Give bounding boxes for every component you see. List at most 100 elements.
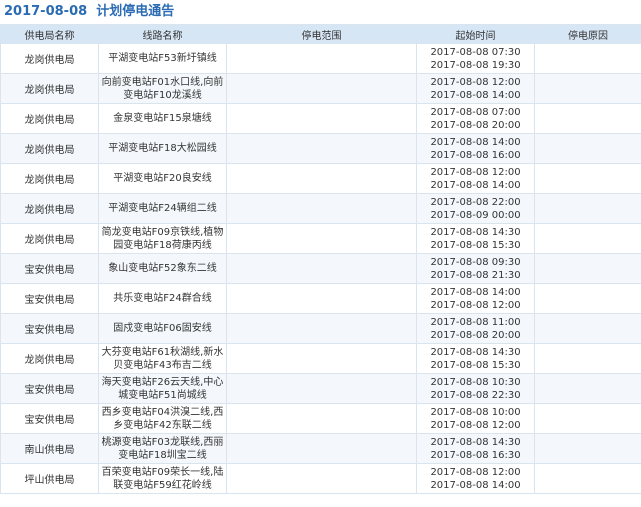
time-cell: 2017-08-08 12:00 2017-08-08 14:00 [416, 463, 535, 494]
table-row: 龙岗供电局 平湖变电站F53新圩镇线 2017-08-08 07:30 2017-08… [0, 43, 641, 74]
range-cell [226, 163, 417, 194]
line-cell: 平湖变电站F53新圩镇线 [98, 43, 227, 74]
reason-cell [534, 433, 641, 464]
start-time: 2017-08-08 09:30 [430, 256, 521, 268]
reason-cell [534, 223, 641, 254]
reason-cell [534, 253, 641, 284]
reason-cell [534, 73, 641, 104]
reason-cell [534, 163, 641, 194]
bureau-cell: 宝安供电局 [0, 373, 99, 404]
reason-cell [534, 283, 641, 314]
time-cell: 2017-08-08 14:30 2017-08-08 15:30 [416, 223, 535, 254]
line-cell: 海天变电站F26云天线,中心城变电站F51尚城线 [98, 373, 227, 404]
line-cell: 平湖变电站F24辆组二线 [98, 193, 227, 224]
start-time: 2017-08-08 14:00 [430, 286, 521, 298]
header-range: 停电范围 [226, 24, 417, 44]
range-cell [226, 433, 417, 464]
line-cell: 金泉变电站F15泉塘线 [98, 103, 227, 134]
table-row: 宝安供电局 象山变电站F52象东二线 2017-08-08 09:30 2017-08… [0, 253, 641, 284]
end-time: 2017-08-08 20:00 [430, 329, 521, 341]
time-cell: 2017-08-08 12:00 2017-08-08 14:00 [416, 163, 535, 194]
reason-cell [534, 193, 641, 224]
end-time: 2017-08-09 00:00 [430, 209, 521, 221]
range-cell [226, 193, 417, 224]
time-cell: 2017-08-08 14:00 2017-08-08 16:00 [416, 133, 535, 164]
range-cell [226, 403, 417, 434]
reason-cell [534, 313, 641, 344]
end-time: 2017-08-08 16:30 [430, 449, 521, 461]
start-time: 2017-08-08 07:00 [430, 106, 521, 118]
reason-cell [534, 373, 641, 404]
notice-title: 2017-08-08 计划停电通告 [0, 0, 641, 24]
header-start-time: 起始时间 [416, 24, 535, 44]
line-cell: 百荣变电站F09荣长一线,陆联变电站F59红花岭线 [98, 463, 227, 494]
bureau-cell: 龙岗供电局 [0, 193, 99, 224]
range-cell [226, 223, 417, 254]
start-time: 2017-08-08 12:00 [430, 76, 521, 88]
line-cell: 共乐变电站F24群合线 [98, 283, 227, 314]
end-time: 2017-08-08 21:30 [430, 269, 521, 281]
time-cell: 2017-08-08 07:30 2017-08-08 19:30 [416, 43, 535, 74]
reason-cell [534, 463, 641, 494]
reason-cell [534, 343, 641, 374]
reason-cell [534, 133, 641, 164]
time-cell: 2017-08-08 11:00 2017-08-08 20:00 [416, 313, 535, 344]
bureau-cell: 龙岗供电局 [0, 223, 99, 254]
end-time: 2017-08-08 19:30 [430, 59, 521, 71]
table-row: 龙岗供电局 平湖变电站F24辆组二线 2017-08-08 22:00 2017-08… [0, 193, 641, 224]
line-cell: 大芬变电站F61秋湖线,新水贝变电站F43布吉二线 [98, 343, 227, 374]
end-time: 2017-08-08 14:00 [430, 179, 521, 191]
notice-heading: 计划停电通告 [96, 4, 175, 19]
table-row: 宝安供电局 海天变电站F26云天线,中心城变电站F51尚城线 2017-08-08 … [0, 373, 641, 404]
bureau-cell: 龙岗供电局 [0, 43, 99, 74]
table-row: 宝安供电局 西乡变电站F04洪溴二线,西乡变电站F42东联二线 2017-08-08… [0, 403, 641, 434]
table-row: 龙岗供电局 平湖变电站F20良安线 2017-08-08 12:00 2017-08-… [0, 163, 641, 194]
bureau-cell: 龙岗供电局 [0, 103, 99, 134]
reason-cell [534, 103, 641, 134]
range-cell [226, 343, 417, 374]
range-cell [226, 373, 417, 404]
table-row: 龙岗供电局 简龙变电站F09京铁线,植物园变电站F18荷康丙线 2017-08-08… [0, 223, 641, 254]
table-row: 南山供电局 桃源变电站F03龙联线,西丽变电站F18圳宝二线 2017-08-08 … [0, 433, 641, 464]
time-cell: 2017-08-08 10:00 2017-08-08 12:00 [416, 403, 535, 434]
time-cell: 2017-08-08 10:30 2017-08-08 22:30 [416, 373, 535, 404]
start-time: 2017-08-08 10:00 [430, 406, 521, 418]
end-time: 2017-08-08 12:00 [430, 299, 521, 311]
line-cell: 桃源变电站F03龙联线,西丽变电站F18圳宝二线 [98, 433, 227, 464]
end-time: 2017-08-08 15:30 [430, 359, 521, 371]
header-line: 线路名称 [98, 24, 227, 44]
range-cell [226, 43, 417, 74]
table-header-row: 供电局名称 线路名称 停电范围 起始时间 停电原因 [0, 24, 641, 44]
range-cell [226, 283, 417, 314]
start-time: 2017-08-08 14:30 [430, 436, 521, 448]
reason-cell [534, 43, 641, 74]
end-time: 2017-08-08 20:00 [430, 119, 521, 131]
range-cell [226, 463, 417, 494]
end-time: 2017-08-08 14:00 [430, 89, 521, 101]
table-row: 宝安供电局 共乐变电站F24群合线 2017-08-08 14:00 2017-08-… [0, 283, 641, 314]
time-cell: 2017-08-08 09:30 2017-08-08 21:30 [416, 253, 535, 284]
end-time: 2017-08-08 15:30 [430, 239, 521, 251]
table-row: 龙岗供电局 金泉变电站F15泉塘线 2017-08-08 07:00 2017-08-… [0, 103, 641, 134]
start-time: 2017-08-08 12:00 [430, 166, 521, 178]
bureau-cell: 南山供电局 [0, 433, 99, 464]
header-reason: 停电原因 [534, 24, 641, 44]
table-row: 龙岗供电局 向前变电站F01水口线,向前变电站F10龙溪线 2017-08-08 1… [0, 73, 641, 104]
table-row: 坪山供电局 百荣变电站F09荣长一线,陆联变电站F59红花岭线 2017-08-08… [0, 463, 641, 494]
range-cell [226, 313, 417, 344]
table-row: 龙岗供电局 平湖变电站F18大松园线 2017-08-08 14:00 2017-08… [0, 133, 641, 164]
bureau-cell: 宝安供电局 [0, 403, 99, 434]
range-cell [226, 133, 417, 164]
start-time: 2017-08-08 10:30 [430, 376, 521, 388]
outage-table: 供电局名称 线路名称 停电范围 起始时间 停电原因 龙岗供电局 平湖变电站F53新… [0, 24, 641, 494]
start-time: 2017-08-08 12:00 [430, 466, 521, 478]
start-time: 2017-08-08 14:30 [430, 226, 521, 238]
line-cell: 向前变电站F01水口线,向前变电站F10龙溪线 [98, 73, 227, 104]
bureau-cell: 龙岗供电局 [0, 163, 99, 194]
start-time: 2017-08-08 07:30 [430, 46, 521, 58]
line-cell: 简龙变电站F09京铁线,植物园变电站F18荷康丙线 [98, 223, 227, 254]
line-cell: 固戍变电站F06固安线 [98, 313, 227, 344]
line-cell: 象山变电站F52象东二线 [98, 253, 227, 284]
bureau-cell: 宝安供电局 [0, 313, 99, 344]
start-time: 2017-08-08 14:00 [430, 136, 521, 148]
